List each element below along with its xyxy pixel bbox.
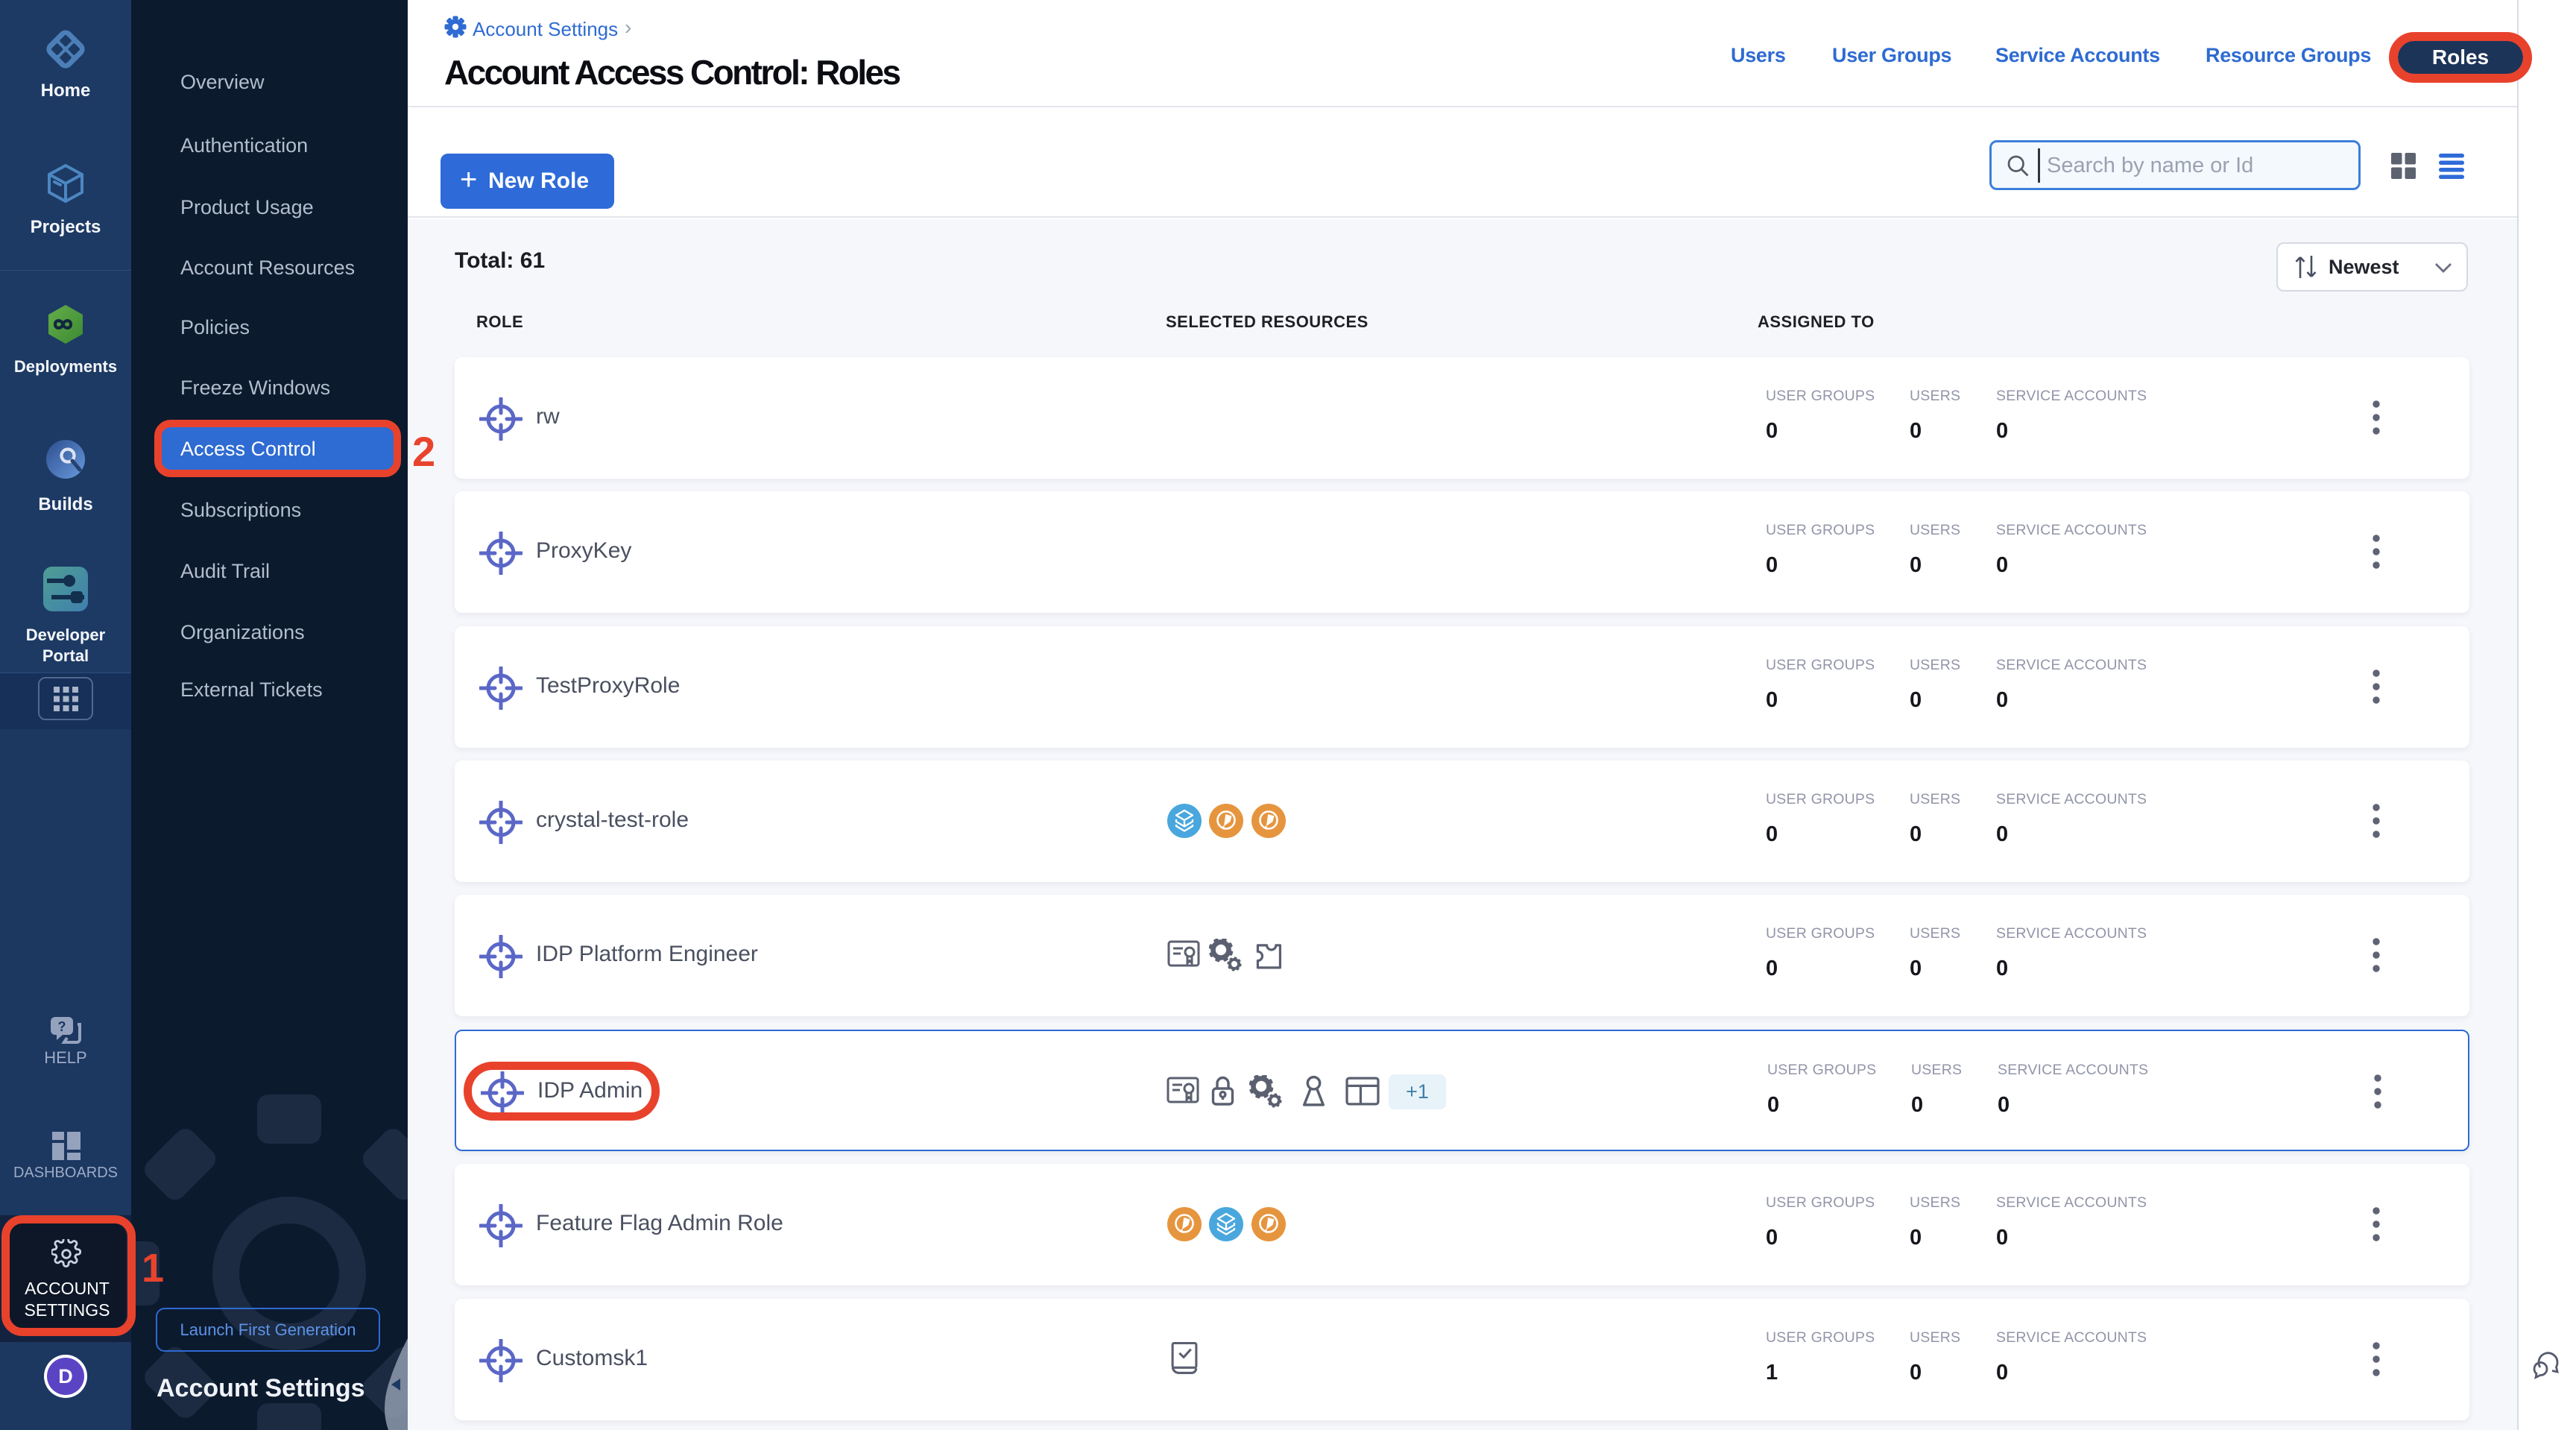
svg-text:?: ? <box>58 1019 66 1034</box>
